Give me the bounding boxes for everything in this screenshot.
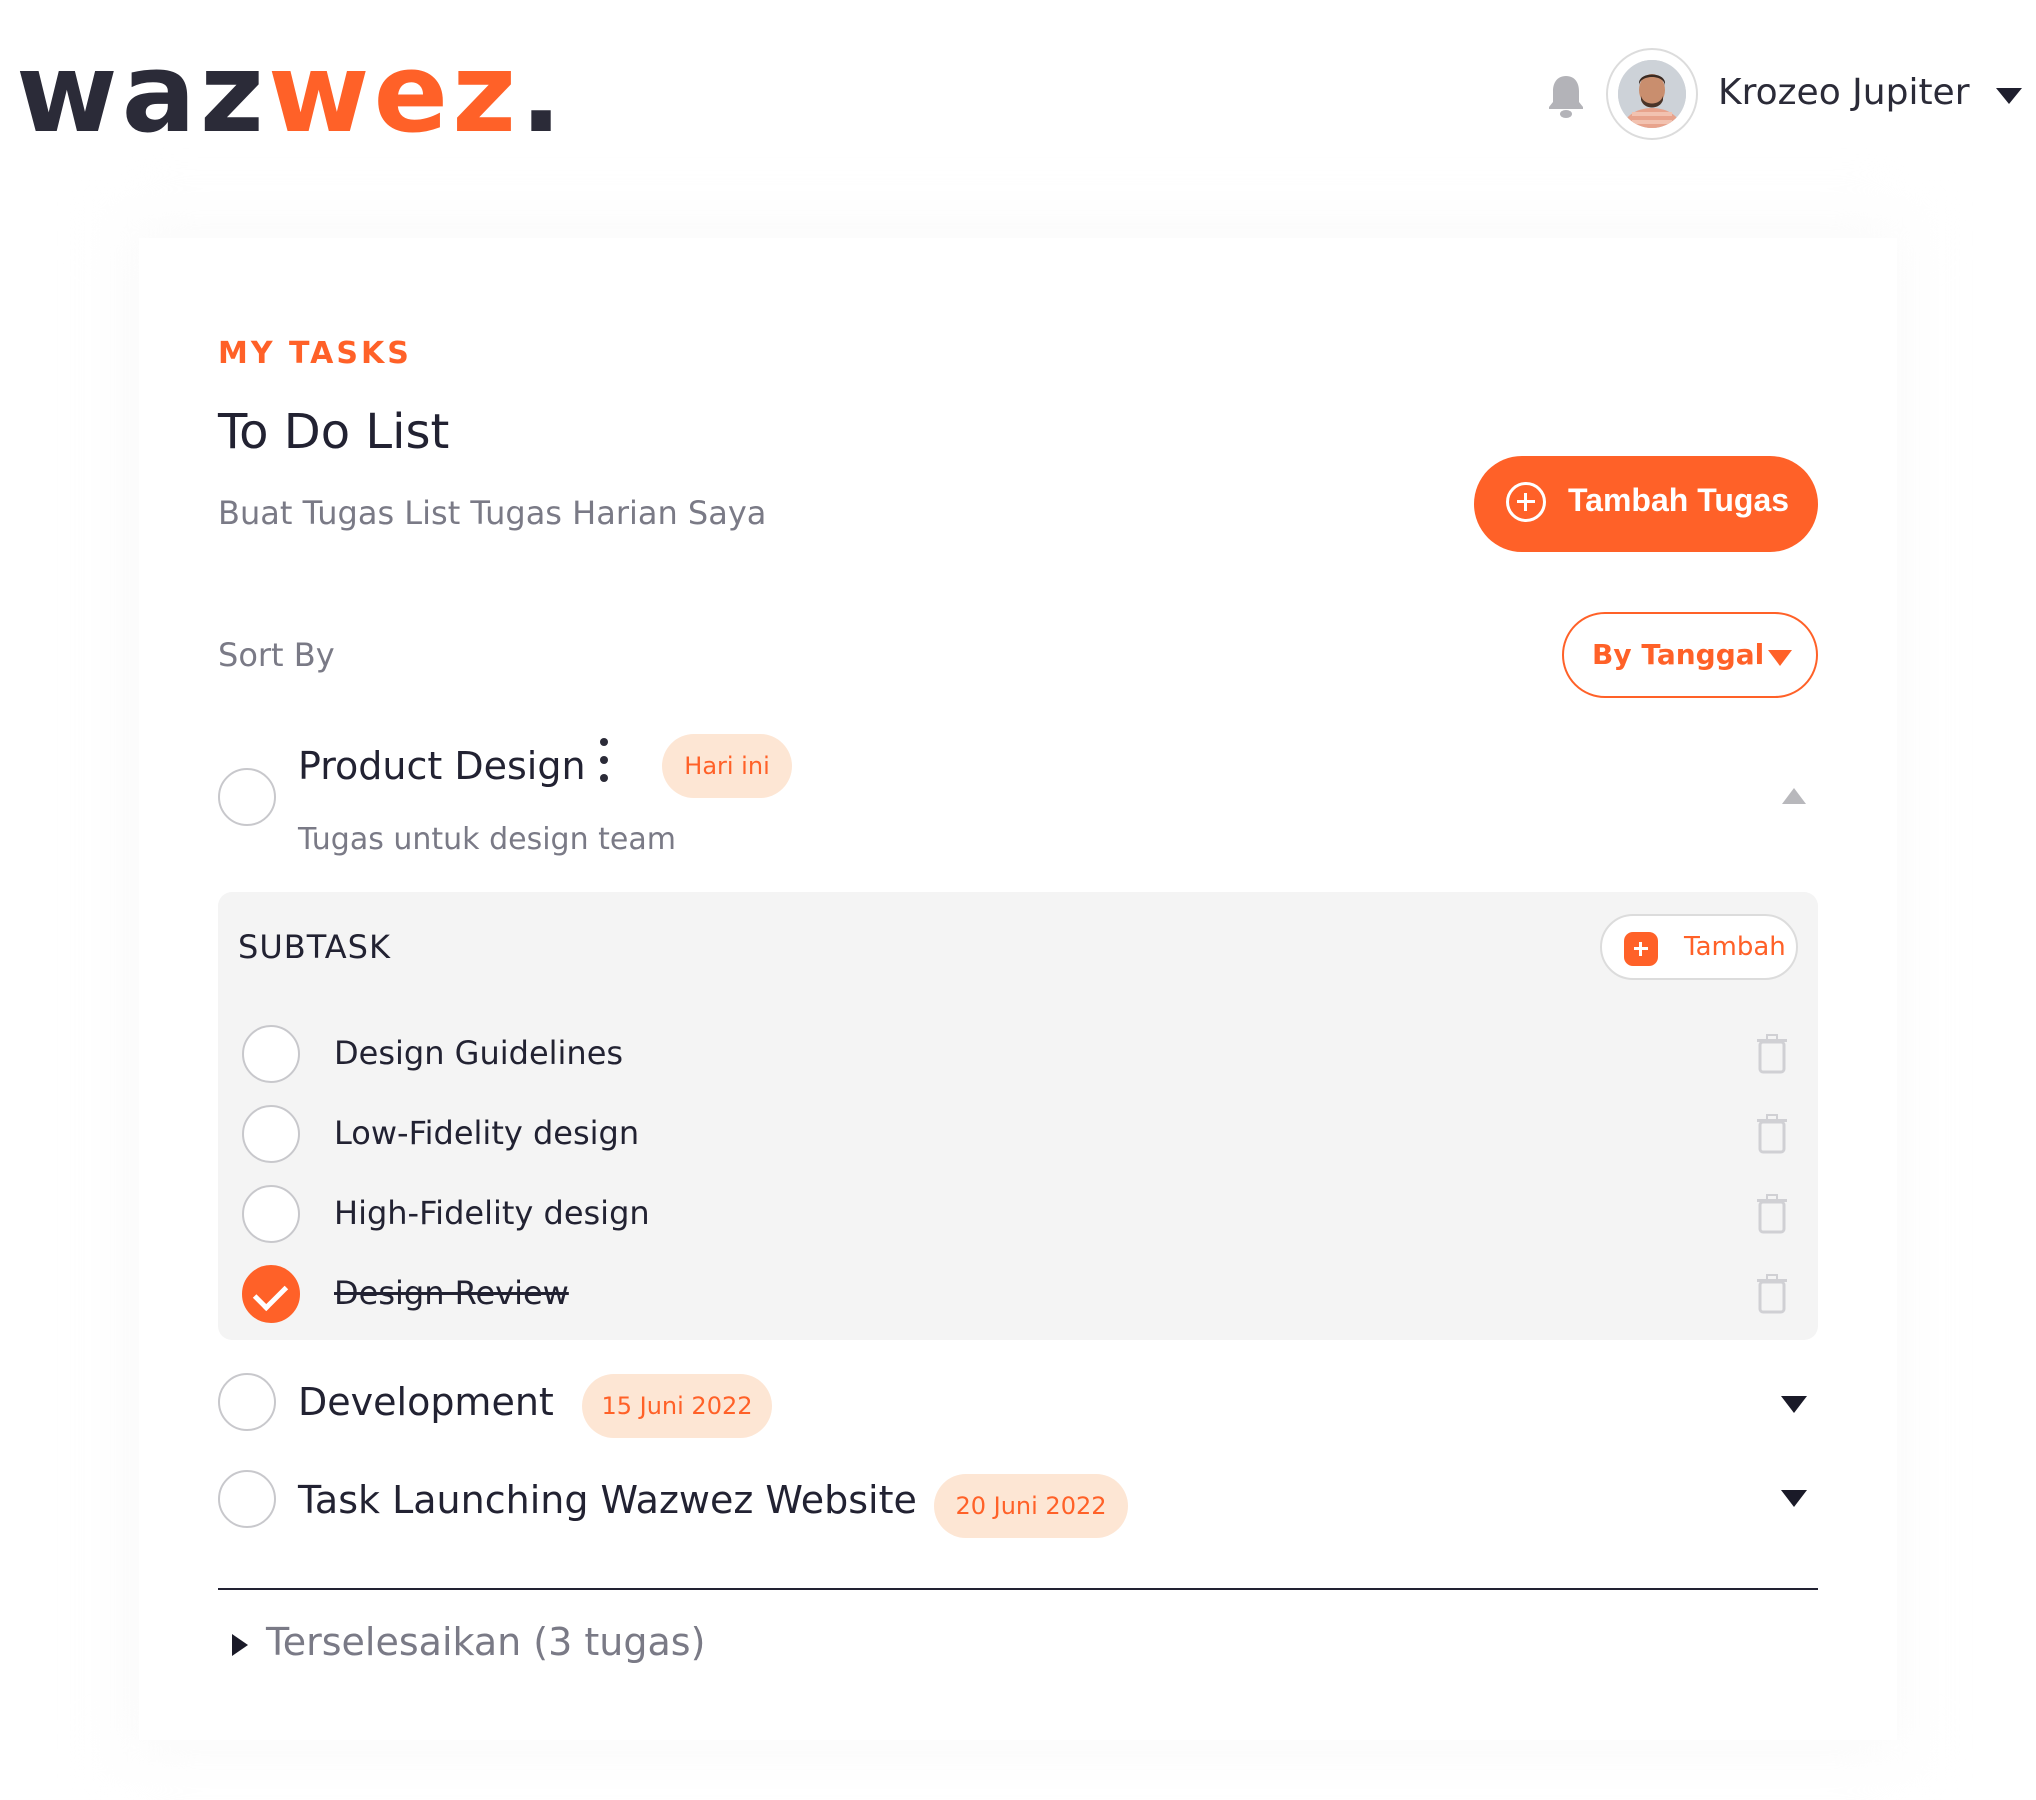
section-eyebrow: MY TASKS (218, 336, 412, 371)
play-triangle-icon (232, 1634, 248, 1656)
task-title[interactable]: Product Design (298, 744, 586, 788)
task-checkbox[interactable] (218, 1470, 276, 1528)
plus-square-icon (1624, 932, 1658, 966)
logo-dot: . (520, 29, 566, 157)
completed-tasks-toggle[interactable]: Terselesaikan (3 tugas) (228, 1620, 788, 1676)
more-options-icon[interactable] (596, 738, 612, 782)
add-task-button[interactable]: Tambah Tugas (1474, 456, 1818, 552)
task-checkbox[interactable] (218, 768, 276, 826)
plus-circle-icon (1506, 482, 1546, 522)
completed-tasks-label: Terselesaikan (3 tugas) (266, 1620, 706, 1664)
task-checkbox[interactable] (218, 1373, 276, 1431)
add-task-label: Tambah Tugas (1568, 482, 1790, 518)
avatar[interactable] (1606, 48, 1698, 140)
subtask-label: High-Fidelity design (334, 1194, 650, 1232)
trash-icon[interactable] (1756, 1194, 1788, 1234)
logo-text-accent: wez (267, 29, 521, 157)
divider (218, 1588, 1818, 1590)
user-avatar-image (1618, 60, 1686, 128)
user-name[interactable]: Krozeo Jupiter (1718, 72, 1970, 113)
logo-text-dark: waz (16, 29, 268, 157)
subtask-label: Design Guidelines (334, 1034, 624, 1072)
sort-dropdown[interactable]: By Tanggal (1562, 612, 1818, 698)
subtask-heading: SUBTASK (238, 928, 391, 966)
caret-down-icon (1768, 650, 1792, 666)
trash-icon[interactable] (1756, 1114, 1788, 1154)
bell-icon[interactable] (1548, 74, 1584, 118)
task-description: Tugas untuk design team (298, 822, 676, 857)
wazwez-logo[interactable]: wazwez. (16, 38, 566, 148)
trash-icon[interactable] (1756, 1274, 1788, 1314)
task-title[interactable]: Task Launching Wazwez Website (298, 1478, 917, 1522)
page-title: To Do List (218, 404, 450, 460)
subtask-checkbox-checked[interactable] (242, 1265, 300, 1323)
collapse-icon[interactable] (1782, 788, 1806, 804)
subtask-checkbox[interactable] (242, 1185, 300, 1243)
due-badge: 15 Juni 2022 (582, 1374, 772, 1438)
add-subtask-button[interactable]: Tambah (1600, 914, 1798, 980)
expand-icon[interactable] (1781, 1396, 1807, 1413)
add-subtask-label: Tambah (1684, 932, 1786, 962)
subtask-label-done: Design Review (334, 1274, 569, 1312)
sort-label: Sort By (218, 636, 335, 674)
caret-down-icon[interactable] (1996, 88, 2022, 104)
subtask-checkbox[interactable] (242, 1105, 300, 1163)
subtask-checkbox[interactable] (242, 1025, 300, 1083)
trash-icon[interactable] (1756, 1034, 1788, 1074)
sort-value: By Tanggal (1592, 638, 1765, 671)
page-subtitle: Buat Tugas List Tugas Harian Saya (218, 494, 767, 532)
task-title[interactable]: Development (298, 1380, 554, 1424)
due-badge: 20 Juni 2022 (934, 1474, 1128, 1538)
expand-icon[interactable] (1781, 1490, 1807, 1507)
due-badge: Hari ini (662, 734, 792, 798)
subtask-label: Low-Fidelity design (334, 1114, 640, 1152)
